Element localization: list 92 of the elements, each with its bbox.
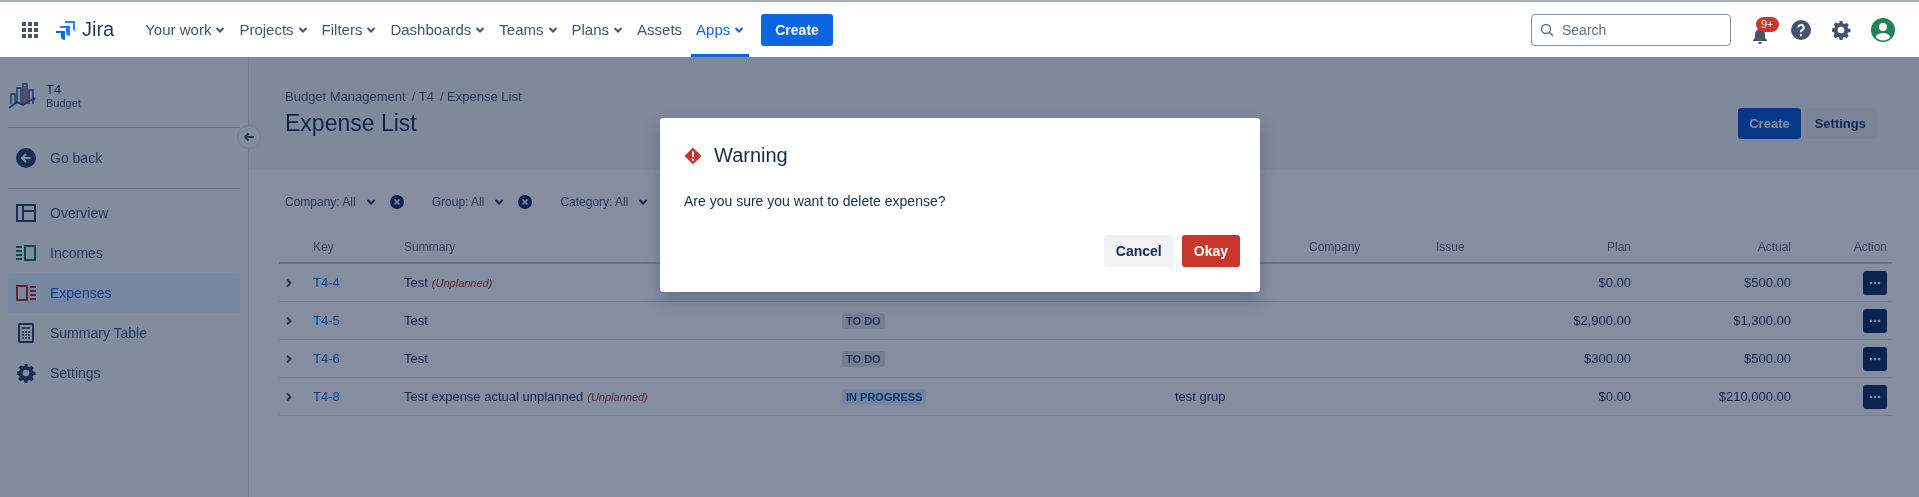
- more-icon: [1869, 318, 1881, 323]
- search-field[interactable]: Search: [1531, 13, 1731, 46]
- nav-menu-item[interactable]: Teams: [494, 2, 563, 57]
- nav-menu-item[interactable]: Your work: [140, 2, 231, 57]
- breadcrumb-link[interactable]: / T4: [411, 89, 434, 104]
- create-button[interactable]: Create: [1738, 108, 1801, 139]
- breadcrumb-link[interactable]: / Expense List: [439, 89, 522, 104]
- settings-icon[interactable]: [1831, 19, 1851, 40]
- table-cell: $210,000.00: [1718, 389, 1791, 404]
- sidebar-item[interactable]: Overview: [8, 193, 240, 233]
- page-title: Expense List: [285, 110, 417, 137]
- cancel-button[interactable]: Cancel: [1103, 235, 1174, 267]
- column-header: Company: [1309, 240, 1362, 254]
- gear-icon: [16, 363, 36, 383]
- issue-key-link[interactable]: T4-8: [313, 389, 404, 404]
- chevron-down-icon: [494, 198, 505, 206]
- unplanned-tag: (Unplanned): [587, 391, 648, 403]
- more-icon: [1869, 280, 1881, 285]
- filter-dropdown[interactable]: Category: All: [560, 195, 649, 209]
- more-icon: [1869, 356, 1881, 361]
- table-cell: $0.00: [1598, 389, 1631, 404]
- nav-menu-item[interactable]: Projects: [234, 2, 313, 57]
- list-icon: [16, 245, 36, 261]
- table-cell: $500.00: [1744, 351, 1791, 366]
- column-header: Issue: [1436, 240, 1466, 254]
- issue-key-link[interactable]: T4-4: [313, 275, 404, 290]
- row-actions-button[interactable]: [1863, 308, 1887, 333]
- okay-button[interactable]: Okay: [1181, 235, 1240, 267]
- status-lozenge: IN PROGRESS: [842, 389, 927, 405]
- table-cell: $0.00: [1598, 275, 1631, 290]
- warning-icon: [684, 146, 702, 165]
- column-header: Summary: [404, 240, 457, 254]
- filter-dropdown[interactable]: Company: All: [285, 195, 376, 209]
- table-cell: test grup: [1175, 389, 1226, 404]
- nav-menu-item[interactable]: Plans: [566, 2, 629, 57]
- summary-text: Test: [404, 351, 428, 366]
- clear-icon[interactable]: [518, 195, 533, 209]
- dialog-message: Are you sure you want to delete expense?: [684, 193, 947, 209]
- sidebar-item[interactable]: Summary Table: [8, 313, 240, 353]
- sidebar-item[interactable]: Settings: [8, 353, 240, 393]
- summary-text: Test: [404, 275, 428, 290]
- arrow-left-icon: [243, 132, 255, 142]
- row-actions-button[interactable]: [1863, 270, 1887, 295]
- chevron-down-icon: [365, 198, 376, 206]
- status-lozenge: TO DO: [842, 313, 885, 329]
- expand-chevron-icon[interactable]: [285, 277, 293, 288]
- table-cell: $500.00: [1744, 275, 1791, 290]
- expand-chevron-icon[interactable]: [285, 353, 293, 364]
- column-header: Action: [1853, 240, 1887, 254]
- unplanned-tag: (Unplanned): [431, 277, 493, 289]
- table-cell: $300.00: [1584, 351, 1631, 366]
- column-header: Actual: [1757, 240, 1791, 254]
- more-icon: [1869, 394, 1881, 399]
- list-icon: [16, 285, 36, 301]
- row-actions-button[interactable]: [1863, 384, 1887, 409]
- sidebar-item[interactable]: Expenses: [8, 273, 240, 313]
- nav-menu-item[interactable]: Dashboards: [385, 2, 491, 57]
- logo-icon: [56, 19, 76, 40]
- project-name: T4: [46, 81, 63, 97]
- nav-menu-item[interactable]: Assets: [632, 2, 688, 57]
- breadcrumb-link[interactable]: Budget Management: [285, 89, 406, 104]
- help-icon[interactable]: [1791, 19, 1811, 40]
- expand-chevron-icon[interactable]: [285, 315, 293, 326]
- settings-button[interactable]: Settings: [1803, 108, 1877, 139]
- chevron-down-icon: [638, 198, 649, 206]
- document-icon: [16, 323, 36, 343]
- issue-key-link[interactable]: T4-5: [313, 313, 404, 328]
- layout-icon: [16, 204, 36, 222]
- summary-text: Test: [404, 313, 428, 328]
- search-icon: [1540, 22, 1554, 37]
- avatar-icon[interactable]: [1871, 17, 1895, 42]
- table-cell: $2,900.00: [1573, 313, 1631, 328]
- summary-text: Test expense actual unplanned: [404, 389, 584, 404]
- filter-dropdown[interactable]: Group: All: [431, 195, 505, 209]
- notification-badge: 9+: [1756, 16, 1779, 32]
- row-actions-button[interactable]: [1863, 346, 1887, 371]
- go-back-link[interactable]: Go back: [8, 132, 240, 184]
- column-header: Key: [313, 240, 335, 254]
- nav-menu-item[interactable]: Filters: [316, 2, 382, 57]
- issue-key-link[interactable]: T4-6: [313, 351, 404, 366]
- collapse-sidebar-button[interactable]: [237, 125, 261, 149]
- column-header: Plan: [1606, 240, 1631, 254]
- project-type: Budget: [46, 96, 81, 109]
- dialog-title: Warning: [714, 144, 788, 167]
- clear-icon[interactable]: [389, 195, 404, 209]
- product-name[interactable]: Jira: [82, 18, 115, 41]
- create-button[interactable]: Create: [761, 13, 833, 46]
- table-cell: $1,300.00: [1733, 313, 1791, 328]
- sidebar-item[interactable]: Incomes: [8, 233, 240, 273]
- app-switcher-icon[interactable]: [22, 21, 38, 38]
- status-lozenge: TO DO: [842, 351, 885, 367]
- expand-chevron-icon[interactable]: [285, 391, 293, 402]
